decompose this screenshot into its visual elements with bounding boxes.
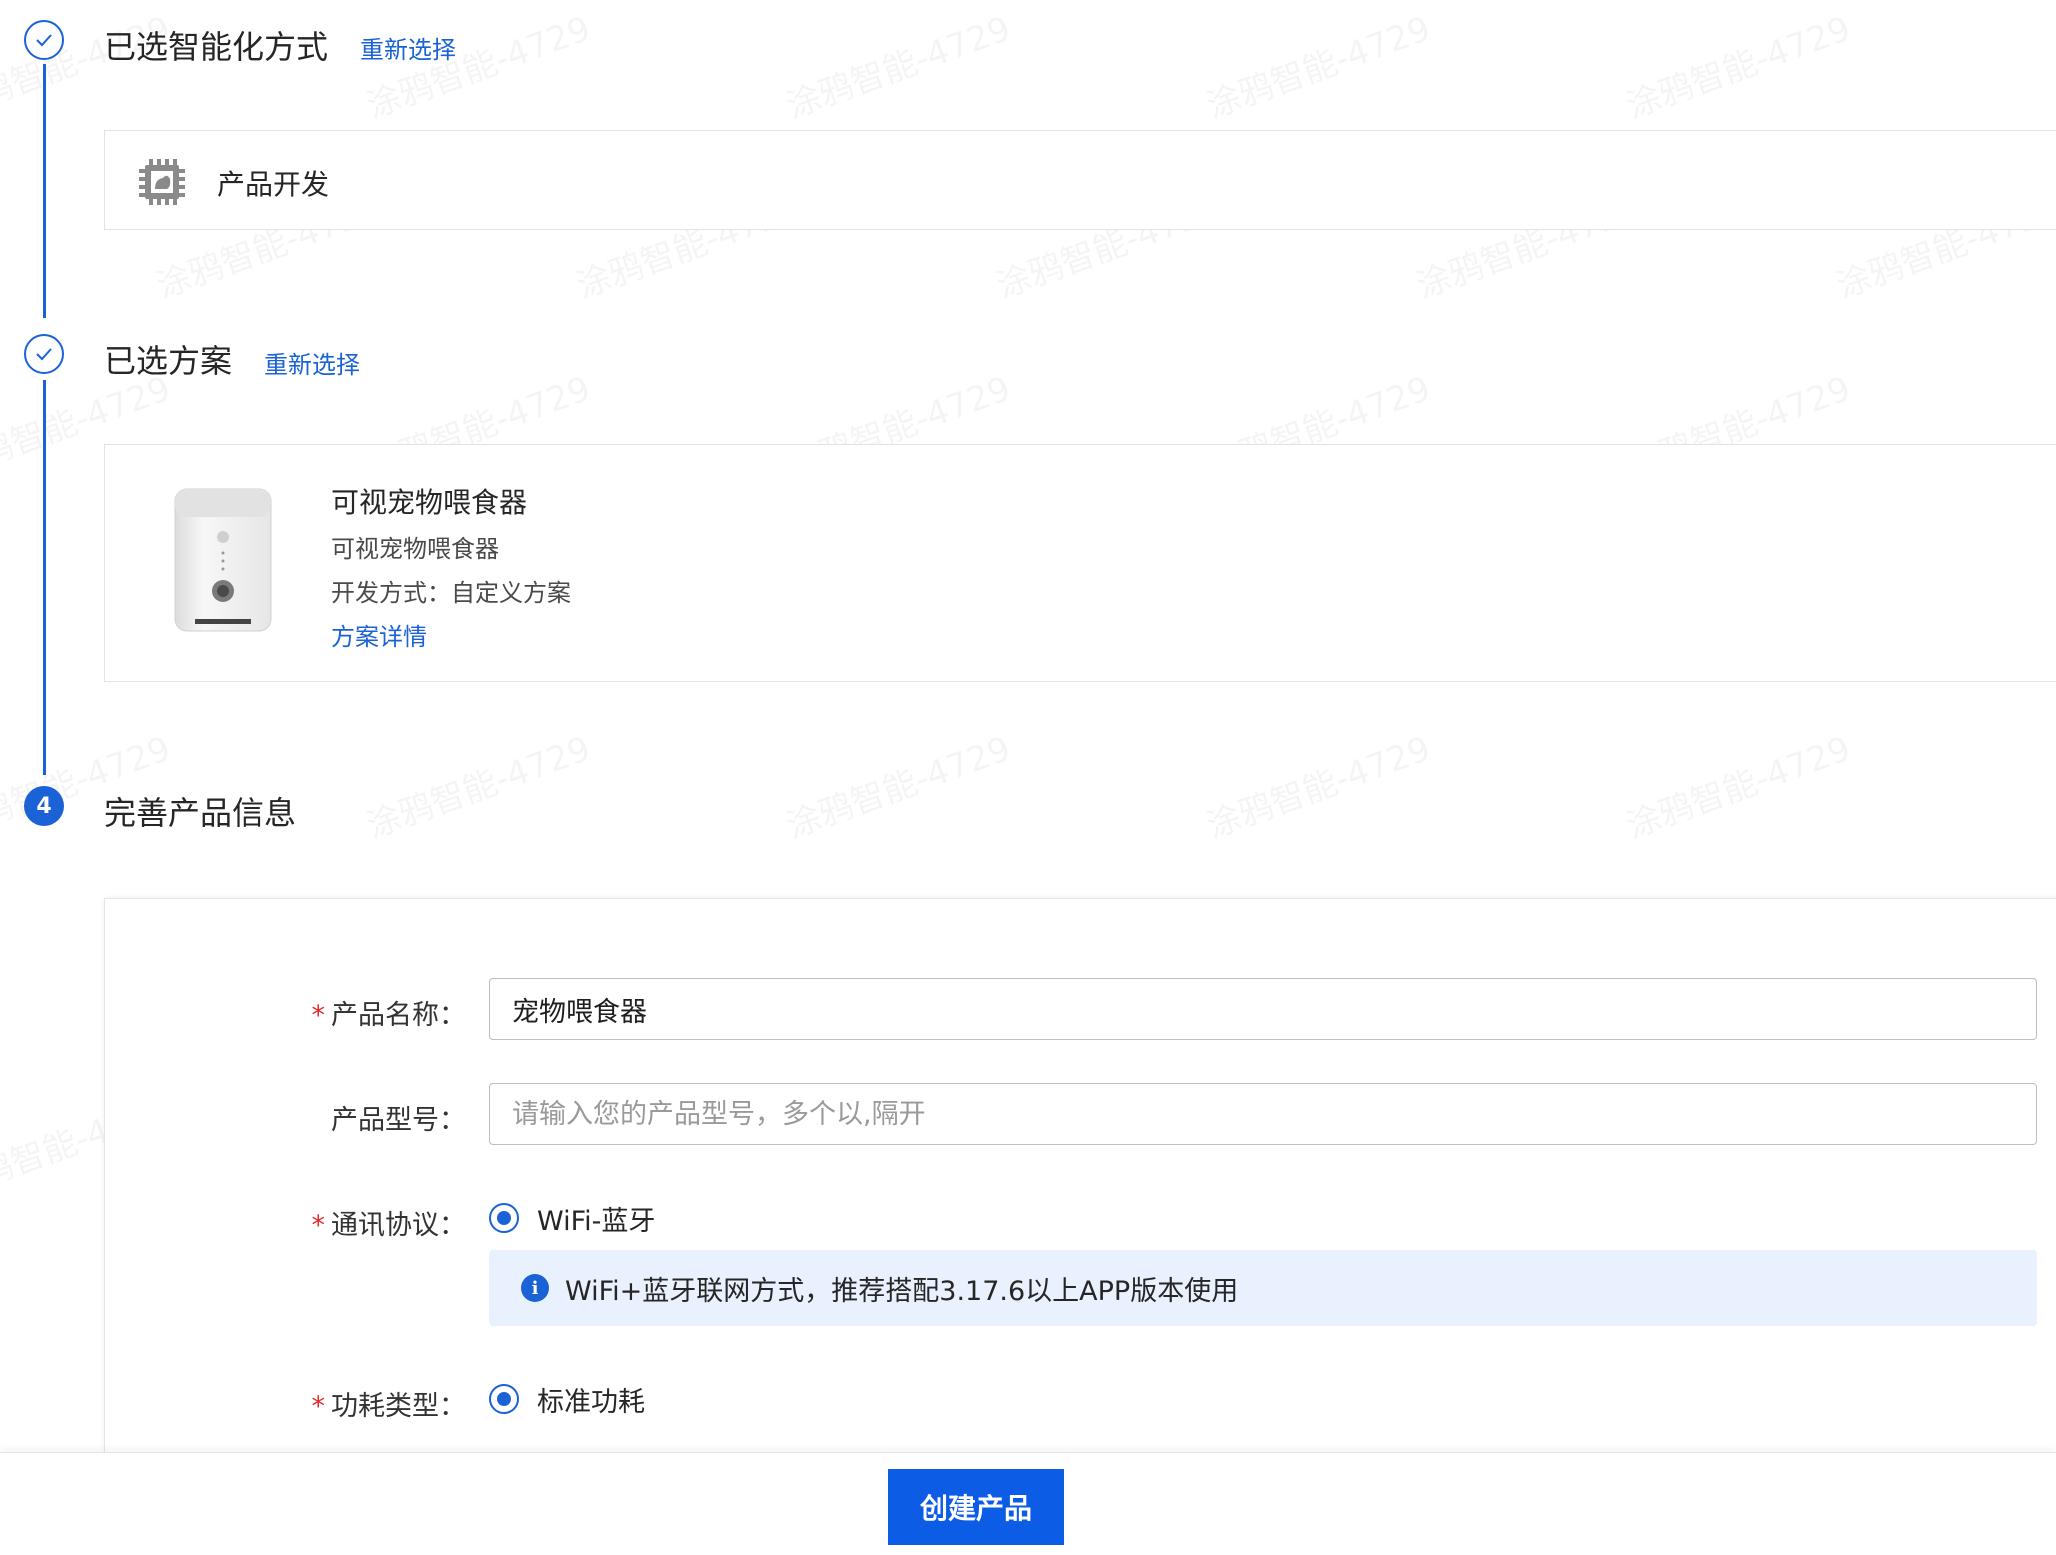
create-product-button[interactable]: 创建产品 xyxy=(888,1469,1064,1545)
solution-name: 可视宠物喂食器 xyxy=(331,486,528,519)
power-label-text: 功耗类型： xyxy=(331,1391,466,1422)
required-mark: * xyxy=(311,1391,326,1422)
pet-feeder-image xyxy=(173,487,273,637)
watermark-text: 涂鸦智能-4729 xyxy=(359,721,596,847)
power-label: * 功耗类型： xyxy=(166,1384,467,1423)
step-title-solution: 已选方案 xyxy=(104,342,233,380)
watermark-text: 涂鸦智能-4729 xyxy=(1619,1,1856,127)
radio-selected-icon xyxy=(489,1384,519,1414)
protocol-label-text: 通讯协议： xyxy=(331,1210,466,1241)
product-model-label: 产品型号： xyxy=(166,1098,466,1137)
product-model-label-text: 产品型号： xyxy=(331,1105,466,1136)
watermark-text: 涂鸦智能-4729 xyxy=(1199,721,1436,847)
watermark-text: 涂鸦智能-4729 xyxy=(779,721,1016,847)
watermark-text: 涂鸦智能-4729 xyxy=(1199,1,1436,127)
protocol-label: * 通讯协议： xyxy=(166,1203,467,1242)
protocol-radio[interactable]: WiFi-蓝牙 xyxy=(489,1198,655,1238)
method-label: 产品开发 xyxy=(217,168,330,201)
step-title-method: 已选智能化方式 xyxy=(104,28,329,66)
product-model-input[interactable] xyxy=(489,1083,2037,1145)
footer-bar: 创建产品 xyxy=(0,1452,2056,1555)
step-complete-icon xyxy=(24,334,64,374)
product-name-label: * 产品名称： xyxy=(166,993,467,1032)
required-mark: * xyxy=(311,1210,326,1241)
step-number-badge: 4 xyxy=(24,786,64,826)
solution-subtitle: 可视宠物喂食器 xyxy=(331,535,499,563)
solution-dev-mode: 开发方式：自定义方案 xyxy=(331,579,571,607)
chip-icon xyxy=(137,157,187,211)
protocol-tip-text: WiFi+蓝牙联网方式，推荐搭配3.17.6以上APP版本使用 xyxy=(565,1275,1239,1307)
reselect-solution-link[interactable]: 重新选择 xyxy=(264,345,360,380)
product-name-label-text: 产品名称： xyxy=(331,1000,466,1031)
required-mark: * xyxy=(311,1000,326,1031)
step-complete-icon xyxy=(24,20,64,60)
info-icon: i xyxy=(521,1274,549,1302)
step-connector xyxy=(43,380,46,775)
power-radio[interactable]: 标准功耗 xyxy=(489,1379,645,1419)
protocol-tip: i WiFi+蓝牙联网方式，推荐搭配3.17.6以上APP版本使用 xyxy=(489,1250,2037,1326)
radio-selected-icon xyxy=(489,1203,519,1233)
solution-details-link[interactable]: 方案详情 xyxy=(331,617,427,652)
power-option-label: 标准功耗 xyxy=(537,1386,645,1418)
protocol-option-label: WiFi-蓝牙 xyxy=(537,1205,656,1237)
step-connector xyxy=(43,64,46,318)
step-title-info: 完善产品信息 xyxy=(104,794,297,832)
watermark-text: 涂鸦智能-4729 xyxy=(779,1,1016,127)
watermark-text: 涂鸦智能-4729 xyxy=(1619,721,1856,847)
solution-card: 可视宠物喂食器 可视宠物喂食器 开发方式：自定义方案 方案详情 xyxy=(104,444,2056,682)
reselect-method-link[interactable]: 重新选择 xyxy=(360,30,456,65)
method-card: 产品开发 xyxy=(104,130,2056,230)
product-name-input[interactable] xyxy=(489,978,2037,1040)
